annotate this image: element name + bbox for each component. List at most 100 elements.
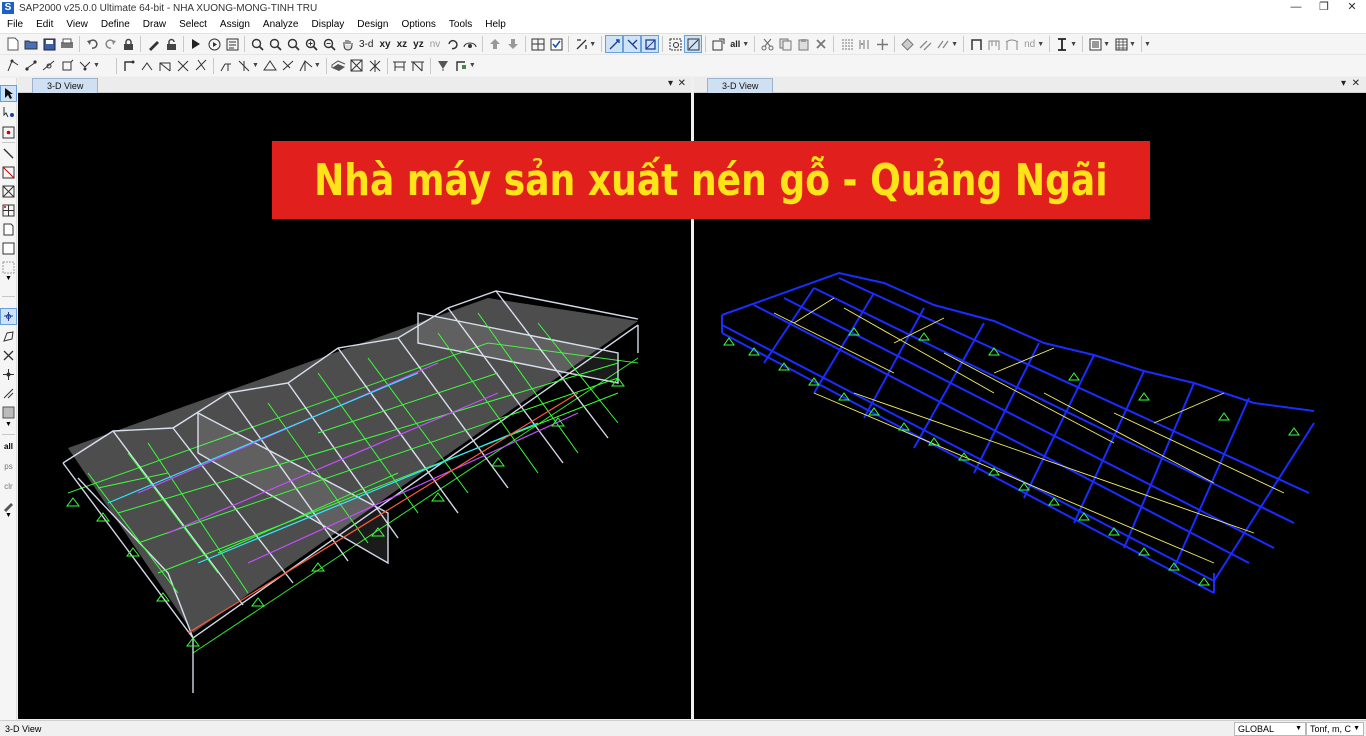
view-yz-button[interactable]: yz xyxy=(413,39,424,50)
spreadsheet-button[interactable] xyxy=(1113,36,1129,52)
quick-draw-area-button[interactable] xyxy=(298,58,314,74)
draw-dimension-button[interactable] xyxy=(367,58,383,74)
draw-frame-button[interactable] xyxy=(623,35,642,53)
quick-draw-frame-button[interactable] xyxy=(157,58,173,74)
frame-releases-button[interactable] xyxy=(917,36,933,52)
select-intersect-left-button[interactable] xyxy=(0,308,17,325)
cut-button[interactable] xyxy=(759,36,775,52)
menu-define[interactable]: Define xyxy=(94,16,136,34)
chevron-down-icon[interactable]: ▼ xyxy=(252,62,259,69)
select-line-parallel-button[interactable] xyxy=(1,386,16,401)
new-model-button[interactable] xyxy=(5,36,21,52)
intersect-select-button[interactable] xyxy=(684,35,703,53)
draw-special-joint-button[interactable] xyxy=(121,58,137,74)
menu-design[interactable]: Design xyxy=(350,16,394,34)
menu-assign[interactable]: Assign xyxy=(213,16,256,34)
quick-draw-secondary-button[interactable] xyxy=(193,58,209,74)
chevron-down-icon[interactable]: ▼ xyxy=(1037,41,1044,48)
menu-view[interactable]: View xyxy=(59,16,94,34)
menu-select[interactable]: Select xyxy=(172,16,213,34)
mesh-areas-button[interactable] xyxy=(899,36,915,52)
draw-frame-cable-button[interactable] xyxy=(139,58,155,74)
node-label-button[interactable]: nd xyxy=(1024,39,1035,50)
move-up-button[interactable] xyxy=(487,36,503,52)
close-button[interactable]: ✕ xyxy=(1338,0,1366,16)
draw-reference-button[interactable] xyxy=(392,58,408,74)
draw-area-left-button[interactable] xyxy=(1,165,16,180)
menu-draw[interactable]: Draw xyxy=(136,16,172,34)
select-all-left-button[interactable]: all xyxy=(1,439,16,454)
menu-tools[interactable]: Tools xyxy=(442,16,478,34)
quick-draw-braces-button[interactable] xyxy=(175,58,191,74)
chevron-down-icon[interactable]: ▼ xyxy=(5,512,12,519)
pan-button[interactable] xyxy=(339,36,355,52)
redo-button[interactable] xyxy=(102,36,118,52)
chevron-down-icon[interactable]: ▼ xyxy=(93,62,100,69)
show-load-assigns-button[interactable] xyxy=(77,58,93,74)
select-all-button[interactable]: all xyxy=(730,39,740,49)
menu-edit[interactable]: Edit xyxy=(29,16,59,34)
section-designer-button[interactable] xyxy=(1054,36,1070,52)
minimize-button[interactable]: — xyxy=(1282,0,1310,16)
display-tables-button[interactable] xyxy=(1087,36,1103,52)
chevron-down-icon[interactable]: ▼ xyxy=(1144,41,1151,48)
draw-link-button[interactable] xyxy=(218,58,234,74)
select-previous-button[interactable] xyxy=(710,36,726,52)
undo-button[interactable] xyxy=(84,36,100,52)
zoom-out-button[interactable] xyxy=(321,36,337,52)
select-window-button[interactable] xyxy=(667,36,683,52)
chevron-down-icon[interactable]: ▼ xyxy=(469,62,476,69)
check-button[interactable] xyxy=(548,36,564,52)
copy-button[interactable] xyxy=(777,36,793,52)
draw-mesh-button[interactable] xyxy=(1,260,16,275)
select-pointer-button[interactable] xyxy=(605,35,624,53)
perspective-button[interactable] xyxy=(462,36,478,52)
draw-line-button[interactable] xyxy=(1,146,16,161)
clear-selection-button[interactable]: clr xyxy=(1,479,16,494)
right-view-tab[interactable]: 3-D View xyxy=(707,78,774,93)
menu-help[interactable]: Help xyxy=(478,16,512,34)
edit-pencil-button[interactable] xyxy=(145,36,161,52)
frame-section-button[interactable] xyxy=(968,36,984,52)
select-polygon-button[interactable] xyxy=(1,329,16,344)
rotate-view-button[interactable] xyxy=(444,36,460,52)
model-explorer-button[interactable] xyxy=(224,36,240,52)
chevron-down-icon[interactable]: ▼ xyxy=(742,41,749,48)
run-analysis-button[interactable] xyxy=(188,36,204,52)
draw-tendon-button[interactable] xyxy=(236,58,252,74)
view-xz-button[interactable]: xz xyxy=(397,39,408,50)
reshape-button[interactable] xyxy=(1,105,16,120)
paste-button[interactable] xyxy=(795,36,811,52)
joint-restraints-button[interactable] xyxy=(986,36,1002,52)
view-nv-button[interactable]: nv xyxy=(430,39,441,50)
lock-model-button[interactable] xyxy=(120,36,136,52)
replicate-button[interactable] xyxy=(838,36,854,52)
chevron-down-icon[interactable]: ▼ xyxy=(5,275,12,282)
join-frames-button[interactable] xyxy=(874,36,890,52)
chevron-down-icon[interactable]: ▼ xyxy=(1070,41,1077,48)
show-forces-button[interactable] xyxy=(23,58,39,74)
coord-system-select[interactable]: GLOBAL ▼ xyxy=(1234,722,1306,736)
left-view-tab[interactable]: 3-D View xyxy=(32,78,99,93)
zoom-window-button[interactable] xyxy=(249,36,265,52)
edit-lines-button[interactable] xyxy=(935,36,951,52)
draw-solid-left-button[interactable] xyxy=(1,241,16,256)
draw-poly-area-button[interactable] xyxy=(262,58,278,74)
zoom-in-button[interactable] xyxy=(303,36,319,52)
select-intersecting-line-button[interactable] xyxy=(1,348,16,363)
chevron-down-icon[interactable]: ▼ xyxy=(951,41,958,48)
right-view-close[interactable]: ✕ xyxy=(1352,78,1360,89)
select-box-button[interactable] xyxy=(1,405,16,420)
print-button[interactable] xyxy=(59,36,75,52)
chevron-down-icon[interactable]: ▼ xyxy=(1129,41,1136,48)
view-xy-button[interactable]: xy xyxy=(379,39,390,50)
menu-file[interactable]: File xyxy=(0,16,29,34)
units-select[interactable]: Tonf, m, C ▼ xyxy=(1306,722,1364,736)
joint-springs-button[interactable] xyxy=(1004,36,1020,52)
pointer-select-button[interactable] xyxy=(0,85,17,102)
menu-display[interactable]: Display xyxy=(305,16,351,34)
draw-cross-area-button[interactable] xyxy=(1,184,16,199)
draw-section-cut-button[interactable] xyxy=(349,58,365,74)
unlock-button[interactable] xyxy=(163,36,179,52)
zoom-full-button[interactable] xyxy=(285,36,301,52)
